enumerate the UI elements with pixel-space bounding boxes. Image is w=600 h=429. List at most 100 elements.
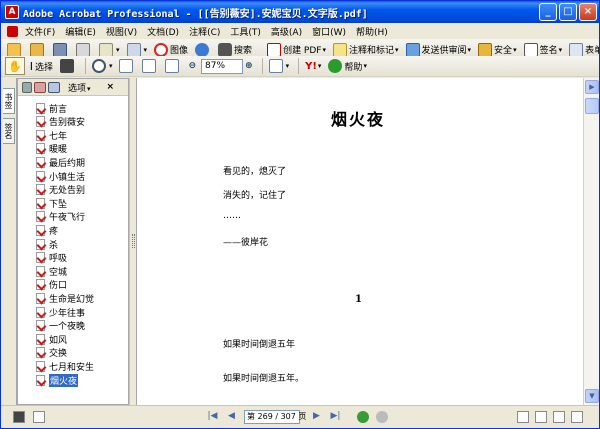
first-page-icon[interactable]: |◀: [206, 410, 219, 423]
signatures-tab[interactable]: 签名: [3, 118, 15, 144]
close-button[interactable]: ×: [579, 3, 597, 21]
bookmark-item[interactable]: 下坠: [36, 197, 67, 210]
rotate-view-button[interactable]: ▾: [267, 57, 292, 75]
pen-icon: [523, 42, 538, 57]
menu-edit[interactable]: 编辑(E): [60, 25, 101, 38]
camera-icon: [59, 59, 74, 73]
menu-advanced[interactable]: 高级(A): [266, 25, 307, 38]
expand-bookmark-icon[interactable]: [48, 81, 60, 93]
bookmark-icon: [36, 333, 45, 345]
bookmark-item[interactable]: 疼: [36, 224, 58, 237]
menu-view[interactable]: 视图(V): [101, 25, 142, 38]
last-page-icon[interactable]: ▶|: [329, 410, 342, 423]
bookmark-item[interactable]: 最后约期: [36, 156, 86, 169]
vertical-scrollbar[interactable]: ▶ ▼: [583, 78, 599, 405]
review-label: 发送供审阅: [421, 46, 467, 56]
bookmark-item[interactable]: 空城: [36, 265, 67, 278]
bookmark-icon: [36, 320, 45, 332]
bookmark-item[interactable]: 前言: [36, 102, 67, 115]
bookmark-icon: [36, 129, 45, 141]
chevron-down-icon: ▾: [87, 84, 91, 93]
zoom-level-field[interactable]: 87%: [201, 58, 244, 74]
help-icon: [328, 59, 343, 73]
toolbar-separator: [84, 58, 86, 74]
zoom-in-button[interactable]: ⊕: [243, 57, 255, 75]
options-menu[interactable]: 选项▾: [68, 81, 91, 94]
maximize-button[interactable]: □: [559, 3, 577, 21]
bookmark-label: 烟火夜: [49, 373, 79, 387]
options-label: 选项: [68, 83, 87, 94]
next-page-icon[interactable]: ▶: [310, 410, 323, 423]
bookmark-item[interactable]: 暖暖: [36, 143, 67, 155]
panel-splitter[interactable]: [129, 78, 137, 405]
yahoo-icon: Y!: [305, 60, 317, 72]
page-number-field[interactable]: 第 269 / 307 页: [244, 410, 306, 424]
page-thumbnail-icon[interactable]: [13, 411, 25, 423]
bookmark-item[interactable]: 午夜飞行: [36, 211, 85, 223]
facing-icon[interactable]: [553, 411, 565, 423]
document-view[interactable]: 烟火夜 看见的，熄灭了 消失的，记住了 …… ——彼岸花 1 如果时间倒退五年 …: [137, 78, 583, 405]
bookmark-item[interactable]: 告别薇安: [36, 116, 85, 128]
bookmark-item[interactable]: 杀: [36, 238, 58, 251]
minus-icon: ⊖: [188, 61, 197, 71]
menu-tools[interactable]: 工具(T): [225, 25, 266, 38]
previous-page-icon[interactable]: ◀: [225, 410, 238, 423]
paperclip-icon: [126, 42, 141, 57]
select-tool-button[interactable]: I 选择: [28, 57, 55, 75]
chevron-down-icon: ▾: [395, 45, 399, 54]
bookmark-item[interactable]: 呼吸: [36, 252, 67, 264]
fit-width-button[interactable]: [163, 57, 183, 75]
trash-icon[interactable]: [22, 81, 32, 93]
bookmark-item[interactable]: 一个夜晚: [36, 320, 85, 332]
doc-line: ——彼岸花: [223, 238, 269, 248]
bookmark-item[interactable]: 烟火夜: [36, 373, 79, 387]
minimize-button[interactable]: _: [539, 3, 557, 21]
new-bookmark-icon[interactable]: [34, 81, 46, 93]
bookmarks-panel-header: 选项▾ ×: [18, 79, 128, 96]
scroll-thumb[interactable]: [585, 98, 599, 114]
bookmark-label: 最后约期: [49, 158, 86, 169]
zoom-out-button[interactable]: ⊖: [186, 57, 198, 75]
fit-page-button[interactable]: [140, 57, 160, 75]
title-bar[interactable]: A Adobe Acrobat Professional - [[告别薇安].安…: [1, 1, 599, 23]
bookmark-item[interactable]: 小镇生活: [36, 170, 85, 183]
menu-file[interactable]: 文件(F): [20, 25, 60, 38]
scroll-down-arrow-icon[interactable]: ▼: [585, 389, 599, 403]
continuous-facing-icon[interactable]: [571, 411, 583, 423]
yahoo-button[interactable]: Y! ▾: [303, 57, 323, 75]
hand-tool-button[interactable]: ✋: [5, 57, 25, 75]
close-panel-icon[interactable]: ×: [107, 82, 115, 92]
section-number: 1: [355, 294, 362, 305]
scroll-right-arrow-icon[interactable]: ▶: [585, 80, 599, 94]
chevron-down-icon: ▾: [467, 45, 472, 54]
continuous-icon[interactable]: [535, 411, 547, 423]
bookmark-item[interactable]: 无处告别: [36, 184, 85, 196]
help-button[interactable]: 帮助 ▾: [326, 57, 369, 75]
actual-size-button[interactable]: [117, 57, 137, 75]
bookmark-item[interactable]: 七年: [36, 129, 67, 142]
comment-label: 注释和标记: [348, 46, 394, 56]
bookmark-item[interactable]: 伤口: [36, 279, 67, 291]
menu-help[interactable]: 帮助(H): [351, 25, 393, 38]
save-icon: [53, 42, 67, 57]
bookmark-icon: [36, 211, 45, 223]
bookmark-icon: [36, 184, 45, 196]
bookmark-item[interactable]: 生命是幻觉: [36, 292, 94, 305]
menu-document[interactable]: 文档(D): [142, 25, 184, 38]
menu-window[interactable]: 窗口(W): [307, 25, 351, 38]
menu-comments[interactable]: 注释(C): [184, 25, 225, 38]
go-forward-icon[interactable]: [376, 411, 388, 423]
zoom-tool-button[interactable]: ▾: [90, 57, 115, 75]
bookmark-item[interactable]: 少年往事: [36, 306, 85, 319]
bookmark-label: 呼吸: [49, 254, 68, 265]
single-page-icon[interactable]: [517, 411, 529, 423]
page-layout-icon[interactable]: [33, 411, 45, 423]
bookmark-icon: [36, 102, 45, 114]
bookmark-item[interactable]: 如风: [36, 333, 67, 346]
bookmark-item[interactable]: 七月和安生: [36, 360, 94, 373]
snapshot-button[interactable]: [58, 57, 78, 75]
bookmarks-tab[interactable]: 书签: [3, 88, 15, 114]
lock-icon: [478, 42, 493, 57]
go-back-icon[interactable]: [357, 411, 369, 423]
bookmark-item[interactable]: 交换: [36, 347, 67, 359]
